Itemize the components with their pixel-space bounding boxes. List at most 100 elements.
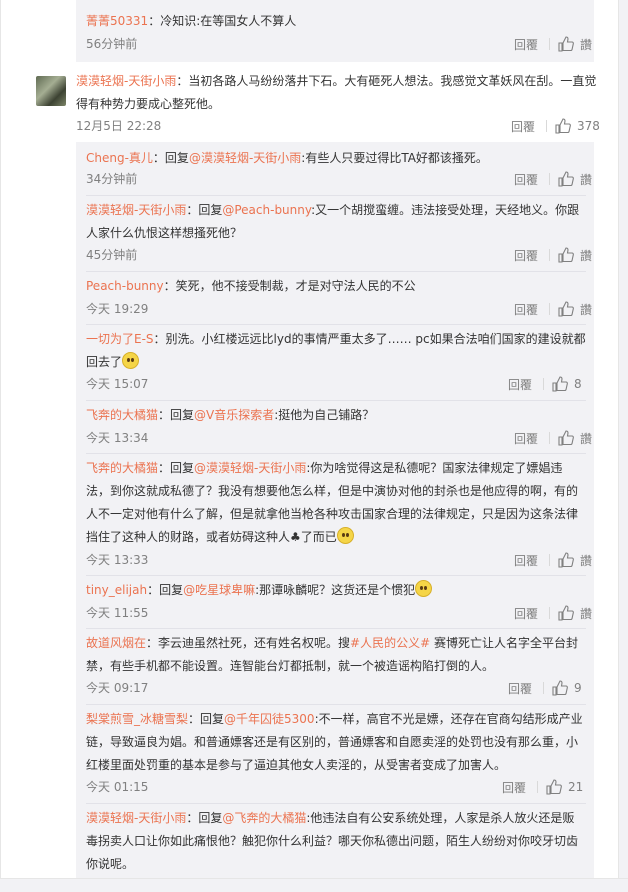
- thumbs-up-icon[interactable]: [558, 430, 574, 446]
- mention-link[interactable]: @吃星球卑嘛: [183, 583, 255, 597]
- comment-text-line: 人不一定对他有什么了解，但是就拿他当枪各种攻击国家合理的法律规定，只是因为这条法…: [86, 507, 579, 521]
- like-label[interactable]: 讚: [580, 247, 592, 264]
- timestamp: 今天 01:15: [86, 780, 149, 794]
- reply-item: 梨棠煎雪_冰糖雪梨：回复@千年囚徒5300:不一样，高官不光是嫖，还存在官商勾结…: [86, 708, 591, 777]
- username-link[interactable]: 漠漠轻烟-天街小雨: [86, 203, 186, 217]
- reply-button[interactable]: 回覆: [497, 376, 543, 393]
- timestamp: 12月5日 22:28: [76, 119, 162, 133]
- username-link[interactable]: 菁菁50331: [86, 14, 148, 28]
- divider: [86, 575, 586, 576]
- reply-actions: 回覆 21: [491, 777, 583, 797]
- thumbs-up-icon[interactable]: [558, 171, 574, 187]
- reply-button[interactable]: 回覆: [503, 605, 549, 622]
- action-divider: [549, 173, 550, 185]
- main-comment: 漠漠轻烟-天街小雨：当初各路人马纷纷落井下石。大有砸死人想法。我感觉文革妖风在刮…: [76, 70, 606, 116]
- scroll-gutter[interactable]: [619, 0, 628, 892]
- timestamp: 34分钟前: [86, 172, 138, 186]
- thumbs-up-icon[interactable]: [552, 680, 568, 696]
- like-label[interactable]: 讚: [580, 301, 592, 318]
- reply-prefix: ：回复: [186, 203, 223, 217]
- mention-link[interactable]: @飞奔的大橘猫: [222, 811, 306, 825]
- action-divider: [549, 607, 550, 619]
- mention-link[interactable]: @漠漠轻烟-天街小雨: [194, 461, 306, 475]
- reply-actions: 回覆 讚: [503, 245, 592, 265]
- thumbs-up-icon[interactable]: [552, 376, 568, 392]
- comment-text-line: 红楼里面处罚重的基本是参与了逼迫其他女人卖淫的，从受害者变成了加害人。: [86, 758, 507, 772]
- reply-button[interactable]: 回覆: [503, 552, 549, 569]
- timestamp: 45分钟前: [86, 248, 138, 262]
- reply-item: 漠漠轻烟-天街小雨：回复@飞奔的大橘猫:他违法自有公安系统处理，人家是杀人放火还…: [86, 807, 591, 876]
- bottom-bar: [0, 878, 628, 892]
- action-divider: [549, 303, 550, 315]
- reply-prefix: ：回复: [147, 583, 184, 597]
- reply-item: Cheng-真儿：回复@漠漠轻烟-天街小雨:有些人只要过得比TA好都该搔死。: [86, 147, 591, 170]
- like-count[interactable]: 9: [574, 681, 584, 695]
- avatar[interactable]: [36, 76, 66, 106]
- reply-button[interactable]: 回覆: [503, 430, 549, 447]
- reply-actions: 回覆 讚: [503, 299, 592, 319]
- like-label[interactable]: 讚: [580, 171, 592, 188]
- emoji-icon: [415, 580, 433, 597]
- like-label[interactable]: 讚: [580, 605, 592, 622]
- username-link[interactable]: Peach-bunny: [86, 279, 164, 293]
- comment-text-line: ：当初各路人马纷纷落井下石。大有砸死人想法。我感觉文革妖风在刮。一直觉: [176, 74, 597, 88]
- reply-button[interactable]: 回覆: [503, 36, 549, 53]
- timestamp: 今天 09:17: [86, 681, 149, 695]
- mention-link[interactable]: @Peach-bunny: [222, 203, 311, 217]
- reply-item: 飞奔的大橘猫：回复@V音乐探索者:挺他为自己铺路？: [86, 404, 591, 427]
- thumbs-up-icon[interactable]: [558, 552, 574, 568]
- topic-link[interactable]: #人民的公义#: [350, 636, 430, 650]
- reply-prefix: ：回复: [186, 811, 223, 825]
- thumbs-up-icon[interactable]: [558, 301, 574, 317]
- comment-text: :那谭咏麟呢？这货还是个惯犯: [255, 583, 416, 597]
- mention-link[interactable]: @漠漠轻烟-天街小雨: [189, 151, 301, 165]
- reply-button[interactable]: 回覆: [503, 301, 549, 318]
- comment-text-line: 你说呢。: [86, 857, 135, 871]
- comment-text-line: 得有种势力要成心整死他。: [76, 97, 221, 111]
- username-link[interactable]: 漠漠轻烟-天街小雨: [86, 811, 186, 825]
- reply-item: 菁菁50331：冷知识:在等国女人不算人: [86, 10, 586, 33]
- timestamp: 今天 11:55: [86, 606, 149, 620]
- thumbs-up-icon[interactable]: [558, 247, 574, 263]
- emoji-icon: [336, 527, 354, 544]
- username-link[interactable]: 一切为了E-S: [86, 332, 154, 346]
- action-divider: [549, 38, 550, 50]
- username-link[interactable]: 飞奔的大橘猫: [86, 408, 158, 422]
- reply-button[interactable]: 回覆: [500, 118, 546, 135]
- action-divider: [537, 781, 538, 793]
- timestamp: 今天 13:34: [86, 431, 149, 445]
- comment-text-line: ：别洗。小红楼远远比lyd的事情严重太多了…… pc如果合法咱们国家的建设就都: [153, 332, 586, 346]
- thumbs-up-icon[interactable]: [558, 36, 574, 52]
- replies-box: Cheng-真儿：回复@漠漠轻烟-天街小雨:有些人只要过得比TA好都该搔死。 3…: [76, 142, 594, 882]
- comment-feed: 菁菁50331：冷知识:在等国女人不算人 56分钟前 回覆 讚 漠漠轻烟-天街小…: [0, 0, 628, 892]
- timestamp: 今天 19:29: [86, 302, 149, 316]
- comment-text-line: 禁，有些手机都不能设置。连智能台灯都抵制，就一个被造谣构陷打倒的人。: [86, 659, 495, 673]
- like-count[interactable]: 378: [577, 119, 600, 133]
- thumbs-up-icon[interactable]: [555, 118, 571, 134]
- thumbs-up-icon[interactable]: [558, 605, 574, 621]
- comment-text-line: 法，到你这就成私德了？我没有想要他怎么样，但是中演协对他的封杀也是他应得的啊，有…: [86, 484, 579, 498]
- reply-item: 一切为了E-S：别洗。小红楼远远比lyd的事情严重太多了…… pc如果合法咱们国…: [86, 328, 591, 374]
- username-link[interactable]: 漠漠轻烟-天街小雨: [76, 74, 176, 88]
- like-label[interactable]: 讚: [580, 552, 592, 569]
- action-divider: [549, 249, 550, 261]
- reply-actions: 回覆 讚: [503, 603, 592, 623]
- like-label[interactable]: 讚: [580, 430, 592, 447]
- reply-button[interactable]: 回覆: [503, 171, 549, 188]
- username-link[interactable]: 飞奔的大橘猫: [86, 461, 158, 475]
- like-label[interactable]: 讚: [580, 36, 592, 53]
- thumbs-up-icon[interactable]: [546, 779, 562, 795]
- username-link[interactable]: 故道风烟在: [86, 636, 146, 650]
- mention-link[interactable]: @V音乐探索者: [194, 408, 274, 422]
- like-count[interactable]: 21: [568, 780, 583, 794]
- username-link[interactable]: tiny_elijah: [86, 583, 147, 597]
- like-count[interactable]: 8: [574, 377, 584, 391]
- divider: [86, 453, 586, 454]
- reply-button[interactable]: 回覆: [497, 680, 543, 697]
- username-link[interactable]: 梨棠煎雪_冰糖雪梨: [86, 712, 188, 726]
- reply-button[interactable]: 回覆: [491, 779, 537, 796]
- reply-button[interactable]: 回覆: [503, 247, 549, 264]
- username-link[interactable]: Cheng-真儿: [86, 151, 153, 165]
- mention-link[interactable]: @千年囚徒5300: [224, 712, 315, 726]
- reply-actions: 回覆 讚: [503, 550, 592, 570]
